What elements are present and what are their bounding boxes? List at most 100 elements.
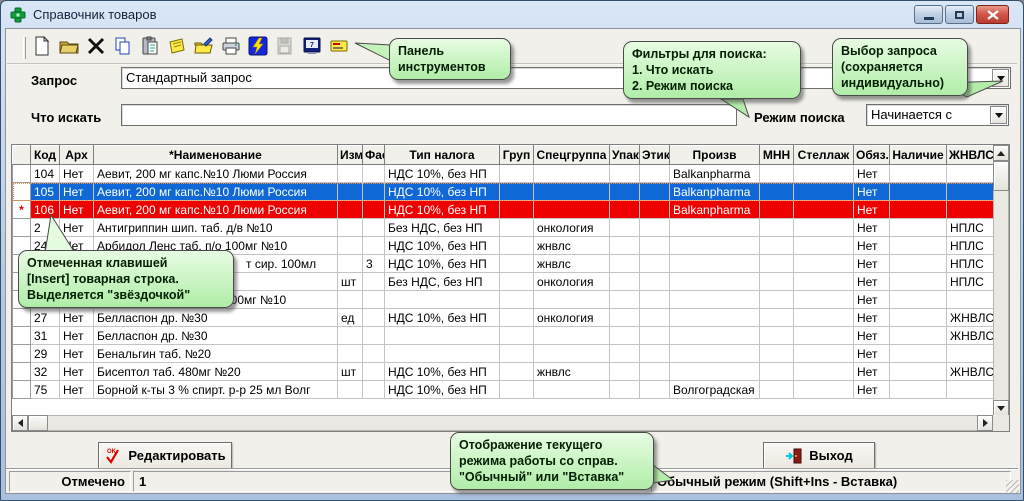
- cell-mnn[interactable]: [760, 255, 794, 273]
- cell-nal[interactable]: [890, 237, 947, 255]
- cell-stl[interactable]: [794, 363, 854, 381]
- cell-zh[interactable]: [947, 165, 996, 183]
- cell-spec[interactable]: [534, 183, 610, 201]
- cell-grup[interactable]: [500, 363, 534, 381]
- cell-fas[interactable]: [363, 345, 385, 363]
- cell-pro[interactable]: Balkanpharma: [670, 165, 760, 183]
- cell-etik[interactable]: [640, 255, 670, 273]
- cell-tax[interactable]: [385, 291, 500, 309]
- cell-stl[interactable]: [794, 201, 854, 219]
- scroll-left-button[interactable]: [12, 415, 28, 431]
- cell-code[interactable]: 105: [31, 183, 60, 201]
- cell-etik[interactable]: [640, 183, 670, 201]
- cell-izm[interactable]: [338, 255, 363, 273]
- cell-pro[interactable]: Волгоградская: [670, 381, 760, 399]
- row-marker-cell[interactable]: [13, 363, 31, 381]
- cell-grup[interactable]: [500, 183, 534, 201]
- cell-zh[interactable]: НПЛС: [947, 255, 996, 273]
- cell-pro[interactable]: [670, 255, 760, 273]
- cell-code[interactable]: 29: [31, 345, 60, 363]
- paste-icon[interactable]: [139, 35, 161, 57]
- cell-stl[interactable]: [794, 309, 854, 327]
- cell-zh[interactable]: [947, 201, 996, 219]
- message-card-icon[interactable]: [328, 35, 350, 57]
- cell-grup[interactable]: [500, 327, 534, 345]
- cell-name[interactable]: Белласпон др. №30: [94, 327, 338, 345]
- cell-code[interactable]: 32: [31, 363, 60, 381]
- cell-zh[interactable]: НПЛС: [947, 273, 996, 291]
- cell-upak[interactable]: [610, 327, 640, 345]
- column-header-stl[interactable]: Стеллаж: [794, 146, 854, 165]
- copy-icon[interactable]: [112, 35, 134, 57]
- cell-spec[interactable]: жнвлс: [534, 237, 610, 255]
- cell-etik[interactable]: [640, 201, 670, 219]
- cell-mnn[interactable]: [760, 327, 794, 345]
- cell-stl[interactable]: [794, 273, 854, 291]
- cell-pro[interactable]: [670, 237, 760, 255]
- cell-ob[interactable]: Нет: [854, 219, 890, 237]
- cell-izm[interactable]: [338, 165, 363, 183]
- row-marker-cell[interactable]: [13, 183, 31, 201]
- cell-nal[interactable]: [890, 201, 947, 219]
- cell-izm[interactable]: [338, 183, 363, 201]
- cell-fas[interactable]: [363, 309, 385, 327]
- row-marker-cell[interactable]: [13, 381, 31, 399]
- cell-upak[interactable]: [610, 183, 640, 201]
- cell-ob[interactable]: Нет: [854, 327, 890, 345]
- cell-pro[interactable]: Balkanpharma: [670, 183, 760, 201]
- cell-etik[interactable]: [640, 309, 670, 327]
- scroll-right-button[interactable]: [977, 415, 993, 431]
- cell-name[interactable]: Белласпон др. №30: [94, 309, 338, 327]
- table-row[interactable]: 31НетБелласпон др. №30НетЖНВЛС: [13, 327, 996, 345]
- cell-code[interactable]: 75: [31, 381, 60, 399]
- cell-zh[interactable]: ЖНВЛС: [947, 309, 996, 327]
- column-header-name[interactable]: *Наименование: [94, 146, 338, 165]
- cell-ob[interactable]: Нет: [854, 201, 890, 219]
- cell-grup[interactable]: [500, 309, 534, 327]
- row-marker-cell[interactable]: [13, 309, 31, 327]
- cell-tax[interactable]: [385, 327, 500, 345]
- minimize-button[interactable]: [914, 5, 943, 24]
- cell-upak[interactable]: [610, 165, 640, 183]
- column-header-pro[interactable]: Произв: [670, 146, 760, 165]
- cell-upak[interactable]: [610, 273, 640, 291]
- cell-mnn[interactable]: [760, 309, 794, 327]
- scroll-down-button[interactable]: [993, 400, 1009, 416]
- note-edit-icon[interactable]: [166, 35, 188, 57]
- cell-izm[interactable]: [338, 381, 363, 399]
- cell-arch[interactable]: Нет: [60, 309, 94, 327]
- cell-tax[interactable]: Без НДС, без НП: [385, 273, 500, 291]
- cell-tax[interactable]: НДС 10%, без НП: [385, 165, 500, 183]
- column-header-arch[interactable]: Арх: [60, 146, 94, 165]
- cell-nal[interactable]: [890, 345, 947, 363]
- cell-etik[interactable]: [640, 363, 670, 381]
- cell-name[interactable]: Аевит, 200 мг капс.№10 Люми Россия: [94, 165, 338, 183]
- cell-etik[interactable]: [640, 273, 670, 291]
- cell-etik[interactable]: [640, 345, 670, 363]
- cell-spec[interactable]: [534, 291, 610, 309]
- column-header-zh[interactable]: ЖНВЛС: [947, 146, 996, 165]
- cell-mnn[interactable]: [760, 345, 794, 363]
- cell-grup[interactable]: [500, 273, 534, 291]
- cell-fas[interactable]: [363, 363, 385, 381]
- cell-grup[interactable]: [500, 219, 534, 237]
- cell-arch[interactable]: Нет: [60, 345, 94, 363]
- cell-upak[interactable]: [610, 309, 640, 327]
- column-header-ob[interactable]: Обяз.: [854, 146, 890, 165]
- cell-ob[interactable]: Нет: [854, 183, 890, 201]
- cell-tax[interactable]: НДС 10%, без НП: [385, 363, 500, 381]
- cell-name[interactable]: Борной к-ты 3 % спирт. р-р 25 мл Волг: [94, 381, 338, 399]
- cell-mnn[interactable]: [760, 201, 794, 219]
- folder-edit-icon[interactable]: [193, 35, 215, 57]
- cell-zh[interactable]: НПЛС: [947, 237, 996, 255]
- cell-zh[interactable]: ЖНВЛС: [947, 363, 996, 381]
- cell-izm[interactable]: [338, 201, 363, 219]
- cell-spec[interactable]: [534, 327, 610, 345]
- cell-fas[interactable]: [363, 291, 385, 309]
- column-header-etik[interactable]: Этик: [640, 146, 670, 165]
- cell-ob[interactable]: Нет: [854, 381, 890, 399]
- cell-spec[interactable]: жнвлс: [534, 363, 610, 381]
- titlebar[interactable]: Справочник товаров: [1, 1, 1023, 28]
- cell-fas[interactable]: [363, 183, 385, 201]
- cell-tax[interactable]: НДС 10%, без НП: [385, 381, 500, 399]
